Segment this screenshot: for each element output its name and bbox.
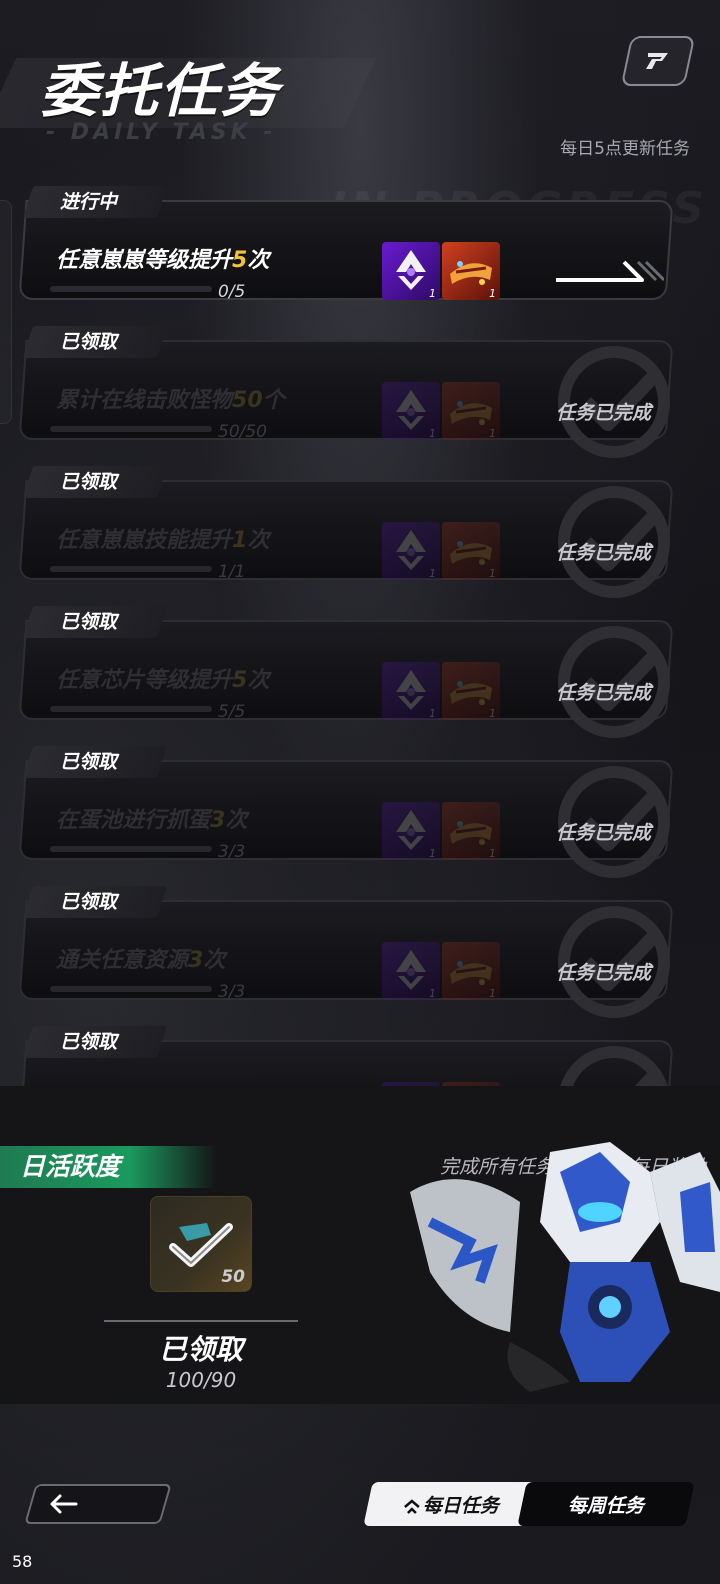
task-item[interactable]: 已领取累计在线击败怪物50个 50/50 1 1 任务已完成 (18, 318, 674, 458)
reward-qty: 1 (429, 847, 436, 860)
task-progress-text: 1/1 (218, 562, 246, 582)
reward-item-badge-icon[interactable]: 1 (382, 802, 440, 860)
task-progress-bar (50, 286, 212, 292)
task-status-label: 进行中 (60, 191, 118, 213)
task-item[interactable]: 进行中任意崽崽等级提升5次 0/5 1 1 (18, 178, 674, 302)
task-name: 任意崽崽技能提升1次 (56, 528, 270, 553)
help-icon (646, 53, 668, 69)
reward-qty: 1 (489, 287, 496, 300)
reward-qty: 1 (489, 427, 496, 440)
activity-label: 日活跃度 (0, 1146, 216, 1188)
task-list[interactable]: IN PROGRESS 进行中任意崽崽等级提升5次0/511已领取累计在线击败怪… (0, 168, 720, 1086)
reward-qty: 1 (429, 427, 436, 440)
tab-daily-tasks[interactable]: 每日任务 (363, 1482, 539, 1526)
activity-score: 100/90 (165, 1368, 237, 1392)
claimed-label: 已领取 (158, 1333, 243, 1366)
task-progress-text: 3/3 (218, 842, 246, 862)
page-subtitle: - DAILY TASK - (46, 120, 277, 145)
task-complete-label: 任务已完成 (556, 402, 652, 424)
task-status-tag: 已领取 (22, 886, 168, 918)
tab-daily-label: 每日任务 (422, 1494, 499, 1517)
task-complete-label: 任务已完成 (556, 542, 652, 564)
reward-item-crown-icon[interactable]: 1 (442, 662, 500, 720)
reward-item-crown-icon[interactable]: 1 (442, 522, 500, 580)
task-status-tag: 已领取 (22, 746, 168, 778)
task-item[interactable]: 已领取任意崽崽技能提升1次 1/1 1 1 任务已完成 (18, 458, 674, 598)
reward-item-badge-icon[interactable]: 1 (382, 242, 440, 300)
reward-item-badge-icon[interactable]: 1 (382, 522, 440, 580)
reward-item-crown-icon[interactable]: 1 (442, 382, 500, 440)
list-side-tab (0, 200, 12, 424)
task-status-tag: 已领取 (22, 606, 168, 638)
task-item[interactable]: 已领取在蛋池进行抓蛋3次 3/3 1 1 任务已完成 (18, 738, 674, 878)
task-complete-label: 任务已完成 (556, 962, 652, 984)
completed-check-icon (560, 1046, 668, 1086)
reward-qty: 1 (489, 847, 496, 860)
task-status-tag: 已领取 (22, 1026, 168, 1058)
tab-weekly-label: 每周任务 (567, 1494, 644, 1517)
reward-qty: 1 (489, 987, 496, 1000)
chest-value: 50 (221, 1267, 245, 1287)
tab-weekly-tasks[interactable]: 每周任务 (517, 1482, 695, 1526)
reward-qty: 1 (429, 287, 436, 300)
task-status-label: 已领取 (60, 611, 118, 633)
task-complete-label: 任务已完成 (556, 682, 652, 704)
task-status-label: 已领取 (60, 751, 118, 773)
task-progress-bar (50, 706, 212, 712)
task-status-tag: 进行中 (22, 186, 168, 218)
activity-reward-chest[interactable]: 50 (150, 1196, 252, 1292)
task-item[interactable]: 已领取通关任意资源3次 3/3 1 1 任务已完成 (18, 878, 674, 1018)
reward-qty: 1 (489, 707, 496, 720)
help-button[interactable] (620, 36, 696, 86)
task-status-label: 已领取 (60, 891, 118, 913)
task-progress-text: 5/5 (218, 702, 246, 722)
back-arrow-icon (50, 1494, 78, 1514)
reward-item-badge-icon[interactable]: 1 (382, 382, 440, 440)
zigzag-edge (0, 1096, 720, 1130)
task-progress-bar (50, 566, 212, 572)
reward-qty: 1 (489, 567, 496, 580)
reward-item-crown-icon[interactable]: 1 (442, 242, 500, 300)
task-progress-text: 50/50 (218, 422, 267, 442)
robot-mascot-image (410, 1142, 720, 1392)
divider (104, 1320, 298, 1322)
task-name: 通关任意资源3次 (56, 948, 226, 973)
task-status-label: 已领取 (60, 1031, 118, 1053)
task-name: 任意芯片等级提升5次 (56, 668, 270, 693)
reward-qty: 1 (429, 707, 436, 720)
fps-counter: 58 (12, 1552, 33, 1571)
task-status-label: 已领取 (60, 331, 118, 353)
reward-qty: 1 (429, 987, 436, 1000)
refresh-note: 每日5点更新任务 (560, 139, 690, 159)
reward-item-crown-icon[interactable]: 1 (442, 802, 500, 860)
reward-qty: 1 (429, 567, 436, 580)
task-progress-bar (50, 846, 212, 852)
task-status-label: 已领取 (60, 471, 118, 493)
task-item[interactable]: 已领取 (18, 1018, 674, 1086)
task-status-tag: 已领取 (22, 326, 168, 358)
task-status-tag: 已领取 (22, 466, 168, 498)
reward-item-crown-icon[interactable]: 1 (442, 942, 500, 1000)
task-name: 在蛋池进行抓蛋3次 (56, 808, 248, 833)
task-progress-text: 0/5 (218, 282, 246, 302)
chevron-up-icon (404, 1498, 420, 1513)
task-item[interactable]: 已领取任意芯片等级提升5次 5/5 1 1 任务已完成 (18, 598, 674, 738)
task-name: 累计在线击败怪物50个 (56, 388, 285, 413)
back-button[interactable] (24, 1484, 172, 1524)
go-arrow-button[interactable] (554, 258, 664, 284)
task-progress-bar (50, 986, 212, 992)
task-progress-text: 3/3 (218, 982, 246, 1002)
task-progress-bar (50, 426, 212, 432)
reward-item-badge-icon[interactable]: 1 (382, 662, 440, 720)
task-complete-label: 任务已完成 (556, 822, 652, 844)
reward-item-badge-icon[interactable]: 1 (382, 942, 440, 1000)
page-title: 委托任务 (40, 57, 281, 125)
task-name: 任意崽崽等级提升5次 (56, 248, 270, 273)
